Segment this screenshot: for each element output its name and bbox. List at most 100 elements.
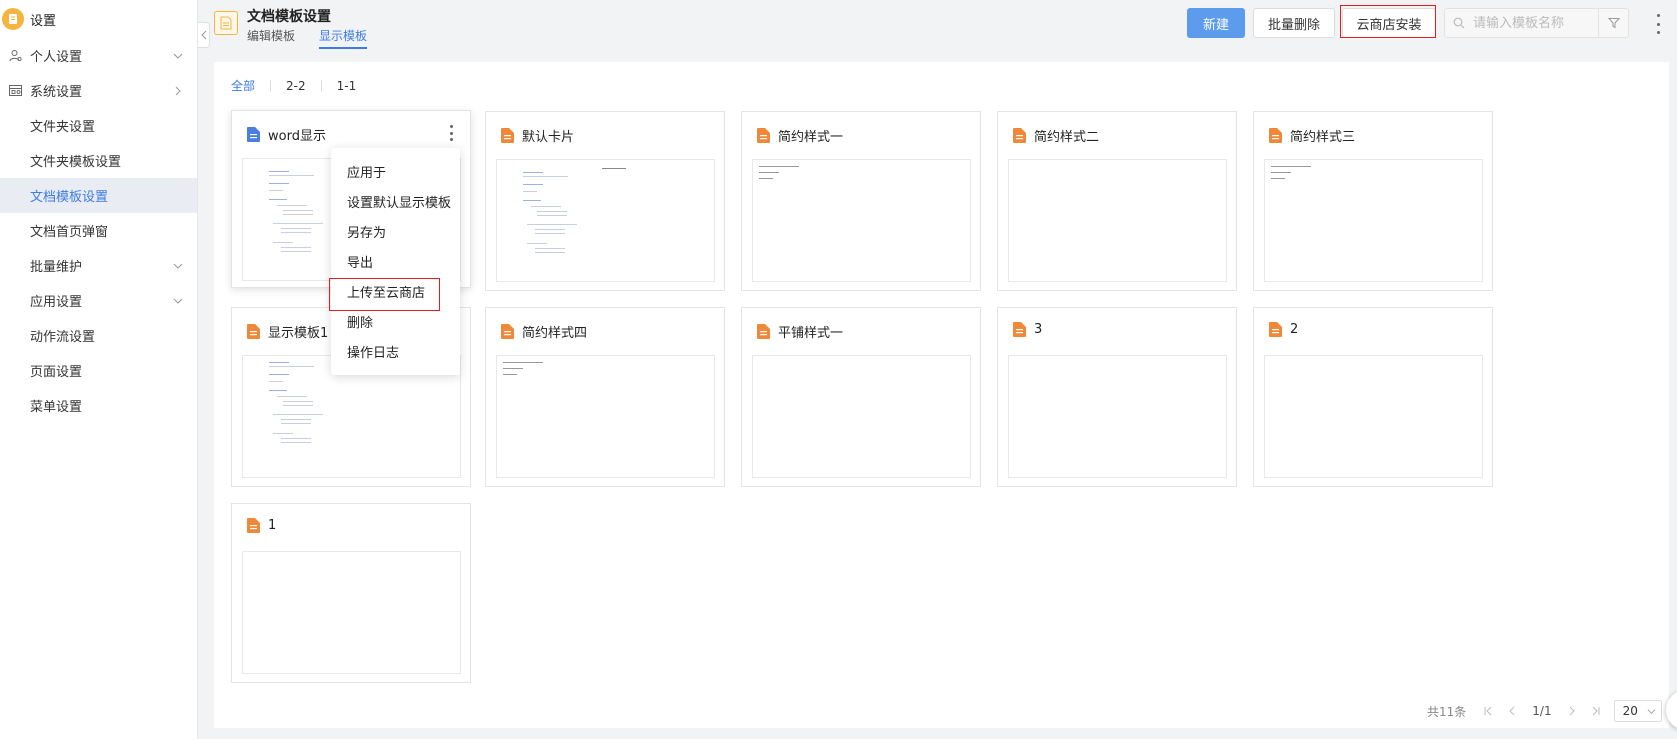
sidebar-header: 设置 xyxy=(0,0,197,38)
sidebar-item-label: 文档首页弹窗 xyxy=(30,225,109,240)
template-card[interactable]: 1 xyxy=(231,503,471,683)
first-page-icon[interactable] xyxy=(1476,706,1500,716)
chevron-left-icon xyxy=(200,30,206,40)
card-header: 简约样式二 xyxy=(1013,126,1099,145)
card-title: 简约样式四 xyxy=(522,326,588,341)
card-title: 平铺样式一 xyxy=(778,326,844,341)
doc-icon xyxy=(501,324,514,339)
page-info: 1/1 xyxy=(1532,704,1552,718)
card-preview xyxy=(242,551,461,674)
card-title: 显示模板1 xyxy=(268,326,329,341)
menu-item-apply-to[interactable]: 应用于 xyxy=(331,156,460,186)
filter-2-2[interactable]: 2-2 xyxy=(286,79,306,93)
sidebar-item-system-settings[interactable]: 系统设置 xyxy=(0,73,197,108)
last-page-icon[interactable] xyxy=(1584,706,1608,716)
template-card[interactable]: 简约样式二 xyxy=(997,111,1237,291)
doc-icon xyxy=(247,518,260,533)
new-button[interactable]: 新建 xyxy=(1187,8,1245,38)
chevron-down-icon xyxy=(1647,708,1656,714)
template-card[interactable]: 简约样式四 xyxy=(485,307,725,487)
card-title: 1 xyxy=(268,518,277,533)
template-card[interactable]: 简约样式三 xyxy=(1253,111,1493,291)
header-tabs: 编辑模板 显示模板 xyxy=(247,27,368,49)
card-header: 简约样式三 xyxy=(1269,126,1355,145)
card-preview xyxy=(752,159,971,282)
doc-template-icon xyxy=(214,11,238,35)
sidebar: 设置 个人设置 系统设置 文件夹设置 文件夹模板设置 文档模板设置 文档首页弹窗… xyxy=(0,0,198,739)
doc-icon xyxy=(1013,128,1026,143)
sidebar-item-page-settings[interactable]: 页面设置 xyxy=(0,353,197,388)
doc-icon xyxy=(247,324,260,339)
next-page-icon[interactable] xyxy=(1560,706,1584,716)
filter-icon[interactable] xyxy=(1598,9,1628,37)
menu-item-set-default[interactable]: 设置默认显示模板 xyxy=(331,186,460,216)
sidebar-item-menu-settings[interactable]: 菜单设置 xyxy=(0,388,197,423)
search-icon xyxy=(1445,17,1473,29)
card-more-icon[interactable] xyxy=(448,125,454,141)
card-title: word显示 xyxy=(268,129,326,144)
scrollbar[interactable] xyxy=(1670,0,1677,739)
card-preview xyxy=(752,355,971,478)
card-header: 3 xyxy=(1013,322,1042,337)
sidebar-item-label: 批量维护 xyxy=(30,260,83,275)
card-header: word显示 xyxy=(247,125,326,144)
doc-icon xyxy=(1269,322,1282,337)
user-icon xyxy=(8,49,22,63)
page-title: 文档模板设置 xyxy=(247,9,331,25)
sidebar-item-batch-maintenance[interactable]: 批量维护 xyxy=(0,248,197,283)
doc-icon xyxy=(757,128,770,143)
sidebar-item-label: 菜单设置 xyxy=(30,400,83,415)
menu-item-export[interactable]: 导出 xyxy=(331,246,460,276)
card-context-menu: 应用于 设置默认显示模板 另存为 导出 上传至云商店 删除 操作日志 xyxy=(331,148,460,375)
sidebar-item-folder-settings[interactable]: 文件夹设置 xyxy=(0,108,197,143)
divider xyxy=(270,79,272,92)
search-box xyxy=(1444,8,1629,38)
more-options-icon[interactable] xyxy=(1653,14,1663,34)
sidebar-collapse-button[interactable] xyxy=(198,22,210,48)
card-preview xyxy=(1008,159,1227,282)
page-size-select[interactable]: 20 xyxy=(1613,700,1662,722)
menu-item-save-as[interactable]: 另存为 xyxy=(331,216,460,246)
divider xyxy=(320,79,322,92)
tab-edit-template[interactable]: 编辑模板 xyxy=(247,27,295,49)
card-preview xyxy=(496,355,715,478)
sidebar-item-folder-template-settings[interactable]: 文件夹模板设置 xyxy=(0,143,197,178)
sidebar-item-personal-settings[interactable]: 个人设置 xyxy=(0,38,197,73)
search-input[interactable] xyxy=(1473,15,1593,31)
template-card[interactable]: 3 xyxy=(997,307,1237,487)
template-card[interactable]: 简约样式一 xyxy=(741,111,981,291)
highlight-box xyxy=(329,278,440,311)
app-title: 设置 xyxy=(30,13,57,29)
card-header: 平铺样式一 xyxy=(757,322,843,341)
template-card[interactable]: 默认卡片 xyxy=(485,111,725,291)
card-preview xyxy=(1264,159,1483,282)
batch-delete-button[interactable]: 批量删除 xyxy=(1253,8,1335,38)
card-title: 3 xyxy=(1034,322,1043,337)
sidebar-item-app-settings[interactable]: 应用设置 xyxy=(0,283,197,318)
sidebar-item-label: 文件夹模板设置 xyxy=(30,155,122,170)
page-size-value: 20 xyxy=(1622,704,1638,718)
sidebar-item-doc-home-popup[interactable]: 文档首页弹窗 xyxy=(0,213,197,248)
card-title: 2 xyxy=(1290,322,1299,337)
template-card[interactable]: 平铺样式一 xyxy=(741,307,981,487)
sidebar-item-doc-template-settings[interactable]: 文档模板设置 xyxy=(0,178,197,213)
sidebar-item-label: 文档模板设置 xyxy=(30,190,109,205)
chevron-down-icon xyxy=(173,298,183,304)
doc-icon xyxy=(1269,128,1282,143)
filter-1-1[interactable]: 1-1 xyxy=(337,79,357,93)
chevron-down-icon xyxy=(173,53,183,59)
filter-all[interactable]: 全部 xyxy=(231,77,255,94)
template-card[interactable]: 2 xyxy=(1253,307,1493,487)
total-count: 共11条 xyxy=(1427,704,1467,719)
prev-page-icon[interactable] xyxy=(1500,706,1524,716)
card-preview xyxy=(1264,355,1483,478)
tab-display-template[interactable]: 显示模板 xyxy=(319,27,368,49)
sidebar-item-action-flow-settings[interactable]: 动作流设置 xyxy=(0,318,197,353)
card-header: 1 xyxy=(247,518,276,533)
card-title: 默认卡片 xyxy=(522,130,575,145)
card-preview xyxy=(1008,355,1227,478)
menu-item-operation-log[interactable]: 操作日志 xyxy=(331,336,460,366)
card-header: 简约样式四 xyxy=(501,322,587,341)
sidebar-item-label: 个人设置 xyxy=(30,50,83,65)
card-preview xyxy=(496,159,715,282)
